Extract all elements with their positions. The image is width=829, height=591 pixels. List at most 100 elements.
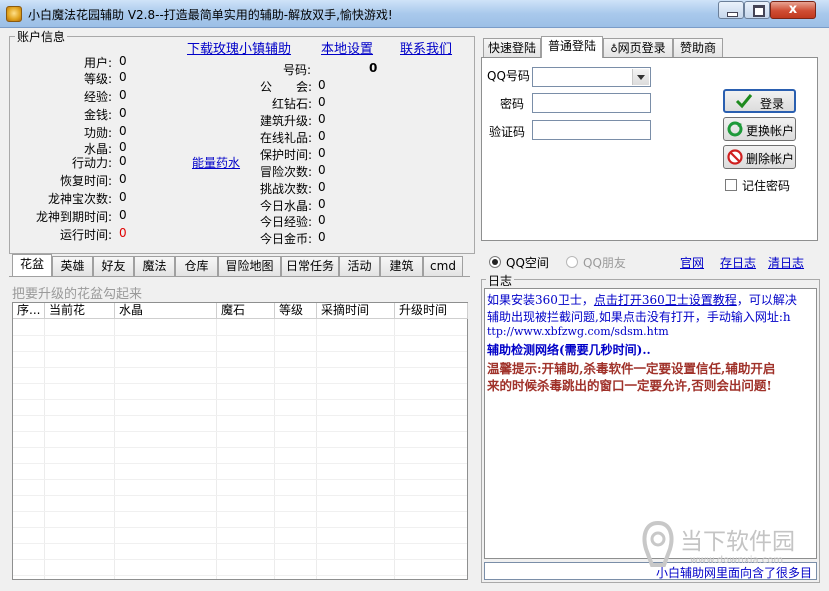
account-field-value: 0 [119, 54, 127, 68]
column-header[interactable]: 升级时间 [395, 303, 468, 319]
grid-line [13, 527, 467, 528]
flowerpot-table[interactable]: 序... 当前花 水晶 魔石 等级 采摘时间 升级时间 [12, 302, 468, 580]
chevron-down-icon[interactable] [632, 69, 649, 85]
log-text: 如果安装360卫士， [487, 293, 594, 307]
energy-potion-link[interactable]: 能量药水 [192, 154, 240, 171]
grid-line [13, 543, 467, 544]
contact-link[interactable]: 联系我们 [400, 38, 452, 57]
app-icon [6, 6, 22, 22]
tab-baseline [9, 276, 470, 277]
grid-line [13, 495, 467, 496]
refresh-icon [727, 121, 743, 137]
grid-line [274, 319, 275, 579]
save-log-link[interactable]: 存日志 [720, 254, 756, 271]
official-site-link[interactable]: 官网 [680, 254, 704, 271]
account-field-label: 经验: [83, 90, 112, 104]
log-line: 辅助检测网络(需要几秒时间).. [487, 343, 651, 357]
bottom-tab-7[interactable]: 活动 [339, 256, 380, 276]
clear-log-link[interactable]: 清日志 [768, 254, 804, 271]
tab-web-login[interactable]: ♁网页登录 [603, 38, 673, 58]
close-button[interactable]: x [770, 1, 816, 19]
account-field-value: 0 [318, 95, 326, 109]
switch-account-button[interactable]: 更换帐户 [723, 117, 796, 141]
account-field-value: 0 [119, 88, 127, 102]
title-bar[interactable]: 小白魔法花园辅助 V2.8--打造最简单实用的辅助-解放双手,愉快游戏! x [0, 0, 829, 28]
watermark-logo-icon [642, 521, 674, 567]
column-header[interactable]: 当前花 [45, 303, 115, 319]
grid-line [13, 479, 467, 480]
tab-normal-login[interactable]: 普通登陆 [541, 36, 603, 58]
account-field-label: 红钻石: [271, 97, 312, 111]
maximize-button[interactable] [744, 1, 770, 19]
bottom-tab-5[interactable]: 冒险地图 [218, 256, 281, 276]
tab-quick-login[interactable]: 快速登陆 [483, 38, 541, 58]
password-field[interactable] [532, 93, 651, 113]
column-header[interactable]: 采摘时间 [317, 303, 395, 319]
column-header[interactable]: 序... [13, 303, 45, 319]
account-field-label: 今日经验: [259, 215, 312, 229]
account-field-label: 运行时间: [59, 228, 112, 242]
key-icon: ♁ [610, 44, 618, 55]
bottom-tab-9[interactable]: cmd [423, 256, 463, 276]
column-header[interactable]: 魔石 [217, 303, 275, 319]
account-field-label: 挑战次数: [259, 182, 312, 196]
log-line: 如果安装360卫士，点击打开360卫士设置教程，可以解决 [487, 291, 797, 308]
login-button[interactable]: 登录 [723, 89, 796, 113]
account-field-label: 用户: [83, 56, 112, 70]
account-field-value: 0 [119, 154, 127, 168]
account-field-value: 0 [119, 190, 127, 204]
account-field-label: 建筑升级: [259, 114, 312, 128]
bottom-tab-2[interactable]: 好友 [93, 256, 134, 276]
log-line: 来的时候杀毒跳出的窗口一定要允许,否则会出问题! [487, 378, 772, 393]
bottom-tab-1[interactable]: 英雄 [52, 256, 93, 276]
watermark-brand: 当下软件园 [680, 529, 795, 555]
delete-account-button[interactable]: 删除帐户 [723, 145, 796, 169]
account-field-value: 0 [318, 213, 326, 227]
grid-line [114, 319, 115, 579]
log-link[interactable]: 点击打开360卫士设置教程 [594, 293, 737, 307]
grid-line [13, 415, 467, 416]
tab-sponsor[interactable]: 赞助商 [673, 38, 723, 58]
column-header[interactable]: 等级 [275, 303, 317, 319]
grid-line [13, 559, 467, 560]
login-button-label: 登录 [760, 97, 785, 111]
qq-zone-radio[interactable] [489, 256, 501, 268]
log-textarea[interactable]: 如果安装360卫士，点击打开360卫士设置教程，可以解决 辅助出现被拦截问题,如… [484, 288, 817, 559]
qq-zone-label: QQ空间 [506, 256, 549, 270]
bottom-tab-0[interactable]: 花盆 [12, 254, 52, 276]
local-settings-link[interactable]: 本地设置 [321, 38, 373, 57]
qq-number-label: QQ号码 [487, 69, 530, 83]
account-field-value: 0 [119, 208, 127, 222]
account-field-label: 等级: [83, 72, 112, 86]
watermark-url: www.downxia.com [690, 555, 784, 566]
grid-line [13, 351, 467, 352]
password-label: 密码 [500, 97, 525, 111]
account-field-label: 行动力: [71, 156, 112, 170]
captcha-field[interactable] [532, 120, 651, 140]
qq-friends-label: QQ朋友 [583, 256, 626, 270]
bottom-tab-6[interactable]: 日常任务 [281, 256, 339, 276]
account-field-label: 今日水晶: [259, 199, 312, 213]
account-field-value: 0 [119, 124, 127, 138]
account-field-label: 龙神到期时间: [35, 210, 112, 224]
download-link[interactable]: 下载玫瑰小镇辅助 [187, 38, 291, 57]
switch-account-label: 更换帐户 [746, 124, 795, 138]
qq-number-combo[interactable] [532, 67, 651, 87]
grid-line [394, 319, 395, 579]
account-field-value: 0 [119, 172, 127, 186]
account-field-value: 0 [318, 197, 326, 211]
grid-line [13, 511, 467, 512]
remember-password-label: 记住密码 [742, 179, 791, 193]
grid-line [13, 335, 467, 336]
bottom-tab-8[interactable]: 建筑 [380, 256, 423, 276]
minimize-button[interactable] [718, 1, 744, 19]
column-header[interactable]: 水晶 [115, 303, 217, 319]
account-field-value: 0 [318, 129, 326, 143]
bottom-tab-3[interactable]: 魔法 [134, 256, 175, 276]
account-field-label: 功勋: [83, 126, 112, 140]
bottom-tab-4[interactable]: 仓库 [175, 256, 218, 276]
qq-friends-radio[interactable] [566, 256, 578, 268]
account-field-value: 0 [318, 230, 326, 244]
remember-password-checkbox[interactable] [725, 179, 737, 191]
flowerpot-hint: 把要升级的花盆勾起来 [12, 287, 143, 302]
